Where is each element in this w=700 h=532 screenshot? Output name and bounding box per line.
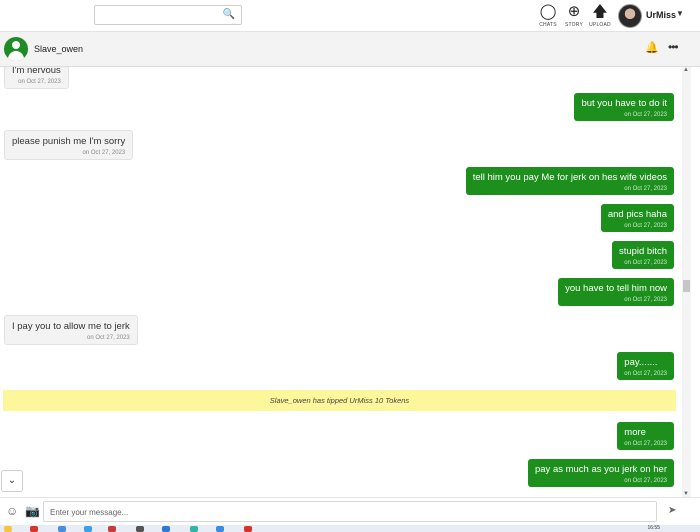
message-outgoing: more on Oct 27, 2023	[617, 422, 674, 450]
message-time: on Oct 27, 2023	[624, 441, 667, 447]
emoji-icon[interactable]: ☺	[6, 504, 18, 518]
message-outgoing: pay as much as you jerk on her on Oct 27…	[527, 459, 674, 487]
top-navbar: 🔍 ◯ CHATS ⊕ STORY 🡅 UPLOAD UrMiss ▼	[0, 0, 700, 32]
message-time: on Oct 27, 2023	[624, 297, 667, 303]
plus-circle-icon: ⊕	[567, 3, 581, 20]
message-outgoing: pay....... on Oct 27, 2023	[617, 352, 674, 380]
os-taskbar: 16:55	[0, 525, 700, 532]
user-avatar[interactable]	[618, 4, 642, 28]
message-time: on Oct 27, 2023	[87, 335, 130, 341]
message-time: on Oct 27, 2023	[624, 112, 667, 118]
message-time: on Oct 27, 2023	[82, 150, 126, 156]
chats-label: CHATS	[539, 22, 557, 28]
message-time: on Oct 27, 2023	[624, 260, 667, 266]
message-incoming: please punish me I'm sorry on Oct 27, 20…	[4, 130, 134, 160]
taskbar-app-icon[interactable]	[162, 526, 170, 532]
contact-name[interactable]: Slave_owen	[34, 44, 83, 54]
message-text: you have to tell him now	[565, 283, 667, 294]
message-text: pay.......	[624, 357, 658, 368]
message-incoming: I'm nervous on Oct 27, 2023	[4, 67, 69, 89]
message-incoming: I pay you to allow me to jerk on Oct 27,…	[4, 315, 138, 345]
camera-icon[interactable]: 📷	[25, 504, 40, 518]
contact-avatar[interactable]	[4, 37, 28, 61]
message-text: pay as much as you jerk on her	[534, 464, 667, 475]
message-text: please punish me I'm sorry	[12, 136, 126, 147]
bell-icon[interactable]: 🔔	[645, 41, 659, 54]
message-time: on Oct 27, 2023	[624, 478, 667, 484]
send-arrow-icon[interactable]: ➤	[668, 505, 676, 516]
chat-bubble-icon: ◯	[539, 3, 557, 20]
tip-notice: Slave_owen has tipped UrMiss 10 Tokens	[3, 390, 676, 411]
message-text: but you have to do it	[581, 98, 667, 109]
caret-down-icon[interactable]: ▼	[676, 9, 684, 18]
message-input[interactable]: Enter your message...	[43, 501, 657, 522]
scroll-thumb[interactable]	[683, 280, 690, 292]
upload-label: UPLOAD	[589, 22, 611, 28]
message-text: I'm nervous	[12, 67, 61, 76]
message-text: more	[624, 427, 646, 438]
taskbar-app-icon[interactable]	[58, 526, 66, 532]
taskbar-app-icon[interactable]	[108, 526, 116, 532]
message-outgoing: tell him you pay Me for jerk on hes wife…	[465, 167, 674, 195]
person-icon	[12, 41, 20, 49]
message-list: I'm nervous on Oct 27, 2023 but you have…	[0, 67, 682, 497]
scroll-to-bottom-button[interactable]: ⌄	[1, 470, 23, 492]
message-outgoing: you have to tell him now on Oct 27, 2023	[558, 278, 674, 306]
message-outgoing: stupid bitch on Oct 27, 2023	[611, 241, 674, 269]
search-icon[interactable]: 🔍	[223, 9, 235, 20]
taskbar-app-icon[interactable]	[244, 526, 252, 532]
upload-icon: 🡅	[592, 3, 608, 20]
message-outgoing: but you have to do it on Oct 27, 2023	[574, 93, 674, 121]
user-name[interactable]: UrMiss	[646, 10, 676, 20]
taskbar-app-icon[interactable]	[84, 526, 92, 532]
story-button[interactable]: ⊕ STORY	[561, 3, 587, 29]
taskbar-app-icon[interactable]	[4, 526, 12, 532]
taskbar-app-icon[interactable]	[190, 526, 198, 532]
message-text: and pics haha	[607, 209, 667, 220]
upload-button[interactable]: 🡅 UPLOAD	[587, 3, 613, 29]
chats-button[interactable]: ◯ CHATS	[535, 3, 561, 29]
message-time: on Oct 27, 2023	[18, 79, 61, 85]
chat-header: Slave_owen 🔔 •••	[0, 32, 700, 67]
message-time: on Oct 27, 2023	[624, 186, 667, 192]
message-composer: ☺ 📷 Enter your message... ➤	[0, 497, 700, 525]
story-label: STORY	[564, 22, 584, 28]
message-input-placeholder: Enter your message...	[50, 508, 129, 517]
person-icon-body	[8, 51, 24, 61]
taskbar-clock: 16:55	[647, 525, 660, 531]
taskbar-app-icon[interactable]	[216, 526, 224, 532]
taskbar-app-icon[interactable]	[30, 526, 38, 532]
message-time: on Oct 27, 2023	[624, 371, 667, 377]
message-scrollbar[interactable]: ▲ ▼	[682, 67, 691, 497]
more-options-icon[interactable]: •••	[668, 40, 679, 54]
message-text: stupid bitch	[618, 246, 667, 257]
message-outgoing: and pics haha on Oct 27, 2023	[600, 204, 674, 232]
chevron-down-icon: ⌄	[7, 475, 17, 486]
taskbar-app-icon[interactable]	[136, 526, 144, 532]
message-text: I pay you to allow me to jerk	[12, 321, 130, 332]
message-time: on Oct 27, 2023	[624, 223, 667, 229]
search-input[interactable]: 🔍	[94, 5, 242, 25]
message-text: tell him you pay Me for jerk on hes wife…	[472, 172, 667, 183]
scroll-up-icon[interactable]: ▲	[683, 67, 689, 73]
